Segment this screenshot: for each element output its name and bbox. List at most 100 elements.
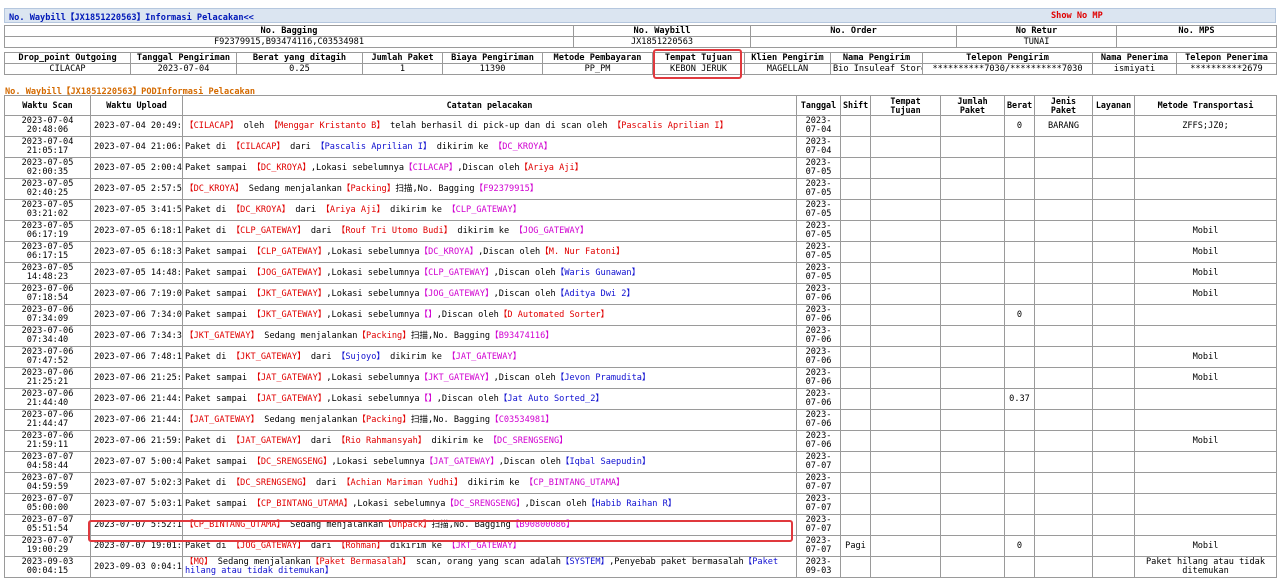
cell-berat — [1004, 472, 1035, 494]
note-segment: 【CILACAP】 — [185, 120, 239, 131]
cell-jumlah — [940, 325, 1005, 347]
waktu-scan: 2023-07-05 06:17:19 — [4, 220, 91, 242]
cell-berat — [1004, 241, 1035, 263]
cell-jumlah — [940, 535, 1005, 557]
note-segment: ,Lokasi sebelumnya — [310, 162, 404, 173]
note-segment: Sedang menjalankan — [243, 183, 342, 194]
table-row: 2023-07-07 19:00:29 2023-07-07 19:01:19 Pa… — [4, 535, 1277, 557]
cell-tanggal: 2023-09-03 — [796, 556, 841, 578]
cell-berat — [1004, 346, 1035, 368]
val-tempat-tujuan: KEBON JERUK — [652, 63, 745, 75]
note-segment: 【Pascalis Aprilian I】 — [316, 141, 432, 152]
cell-jumlah — [940, 367, 1005, 389]
catatan-pelacakan: Paket sampai 【CP_BINTANG_UTAMA】,Lokasi s… — [182, 493, 797, 515]
note-segment: 【Jevon Pramudita】 — [555, 372, 651, 383]
col-telepon-penerima: Telepon Penerima — [1176, 52, 1277, 64]
waktu-scan: 2023-07-06 07:47:52 — [4, 346, 91, 368]
col-nama-pengirim: Nama Pengirim — [830, 52, 923, 64]
summary-table-1: No. Bagging No. Waybill No. Order No Ret… — [4, 25, 1277, 48]
header-bar: No. Waybill【JX1851220563】Informasi Pelac… — [4, 8, 1276, 23]
cell-jenis — [1034, 241, 1093, 263]
cell-layanan — [1092, 157, 1135, 179]
waktu-upload: 2023-07-05 14:48:52 — [90, 262, 183, 284]
note-segment: scan, orang yang scan adalah — [410, 557, 561, 567]
cell-tujuan — [870, 304, 941, 326]
cell-layanan — [1092, 346, 1135, 368]
track-col-waktu-scan: Waktu Scan — [4, 95, 91, 116]
col-no-order: No. Order — [750, 25, 957, 37]
cell-shift — [840, 136, 871, 158]
note-segment: 【Habib Raihan R】 — [586, 498, 677, 509]
note-segment: ,Discan oleh — [457, 162, 520, 173]
val-drop-point: CILACAP — [4, 63, 131, 75]
cell-jumlah — [940, 556, 1005, 578]
cell-tujuan — [870, 367, 941, 389]
note-segment: 【DC_SRENGSENG】 — [231, 477, 311, 488]
note-segment: ,Lokasi sebelumnya — [331, 456, 425, 467]
note-segment: 【DC_SRENGSENG】 — [445, 498, 525, 509]
cell-shift — [840, 262, 871, 284]
note-segment: 【JAT_GATEWAY】 — [231, 435, 306, 446]
note-segment: 【Packing】 — [341, 183, 396, 194]
cell-jumlah — [940, 346, 1005, 368]
note-segment: Sedang menjalankan — [259, 330, 358, 341]
cell-jenis — [1034, 199, 1093, 221]
cell-shift — [840, 556, 871, 578]
note-segment: 【D Automated Sorter】 — [498, 309, 610, 320]
note-segment: Paket di — [185, 141, 232, 152]
cell-shift — [840, 409, 871, 431]
track-col-tanggal: Tanggal — [796, 95, 841, 116]
waktu-upload: 2023-07-07 5:03:15 — [90, 493, 183, 515]
cell-berat — [1004, 199, 1035, 221]
cell-transport — [1134, 157, 1277, 179]
cell-berat — [1004, 514, 1035, 536]
waktu-scan: 2023-07-06 07:34:40 — [4, 325, 91, 347]
note-segment: 【JOG_GATEWAY】 — [514, 225, 589, 236]
note-segment: 【Rohman】 — [336, 540, 385, 551]
waktu-scan: 2023-09-03 00:04:15 — [4, 556, 91, 578]
note-segment: telah berhasil di pick-up dan di scan ol… — [384, 120, 613, 131]
table-row: 2023-07-07 04:59:59 2023-07-07 5:02:34 Pak… — [4, 472, 1277, 494]
cell-shift — [840, 493, 871, 515]
show-mp-link[interactable]: Show No MP — [1051, 11, 1103, 21]
waktu-upload: 2023-07-05 2:57:54 — [90, 178, 183, 200]
note-segment: ,Discan oleh — [493, 267, 556, 278]
val-biaya-pengiriman: 11390 — [442, 63, 543, 75]
summary-table-2: Drop_point Outgoing Tanggal Pengiriman Ber… — [4, 52, 1277, 75]
catatan-pelacakan: Paket di 【CILACAP】 dari 【Pascalis Aprili… — [182, 136, 797, 158]
cell-transport — [1134, 199, 1277, 221]
note-segment: 扫描,No. Bagging — [410, 414, 491, 425]
waktu-scan: 2023-07-07 04:58:44 — [4, 451, 91, 473]
cell-shift — [840, 472, 871, 494]
cell-layanan — [1092, 241, 1135, 263]
note-segment: ,Penyebab paket bermasalah — [609, 557, 744, 567]
cell-shift — [840, 367, 871, 389]
cell-tanggal: 2023-07-07 — [796, 451, 841, 473]
note-segment: 【CP_BINTANG_UTAMA】 — [185, 519, 285, 530]
cell-tujuan — [870, 325, 941, 347]
track-col-tempat-tujuan: Tempat Tujuan — [870, 95, 941, 116]
col-no-bagging: No. Bagging — [4, 25, 574, 37]
table-row: 2023-07-07 05:51:54 2023-07-07 5:52:18 【CP… — [4, 514, 1277, 536]
cell-transport: ZFFS;JZ0; — [1134, 115, 1277, 137]
note-segment: ,Lokasi sebelumnya — [326, 246, 420, 257]
note-segment: ,Discan oleh — [498, 456, 561, 467]
note-segment: Paket sampai — [185, 498, 253, 509]
cell-transport: Paket hilang atau tidak ditemukan — [1134, 556, 1277, 578]
note-segment: 【JAT_GATEWAY】 — [424, 456, 499, 467]
note-segment: dikirim ke — [452, 225, 515, 236]
note-segment: Paket sampai — [185, 288, 253, 299]
cell-tanggal: 2023-07-06 — [796, 409, 841, 431]
val-nama-pengirim: Bio Insuleaf Store — [830, 63, 923, 75]
note-segment: 【JAT_GATEWAY】 — [447, 351, 522, 362]
cell-transport: Mobil — [1134, 262, 1277, 284]
note-segment: ,Discan oleh — [493, 372, 556, 383]
table-row: 2023-07-05 14:48:23 2023-07-05 14:48:52 Pa… — [4, 262, 1277, 284]
cell-tujuan — [870, 262, 941, 284]
note-segment: 【JKT_GATEWAY】 — [231, 351, 306, 362]
cell-tanggal: 2023-07-06 — [796, 346, 841, 368]
table-row: 2023-07-06 21:25:21 2023-07-06 21:25:39 Pa… — [4, 367, 1277, 389]
track-col-catatan: Catatan pelacakan — [182, 95, 797, 116]
note-segment: 【DC_SRENGSENG】 — [252, 456, 332, 467]
cell-tanggal: 2023-07-06 — [796, 304, 841, 326]
